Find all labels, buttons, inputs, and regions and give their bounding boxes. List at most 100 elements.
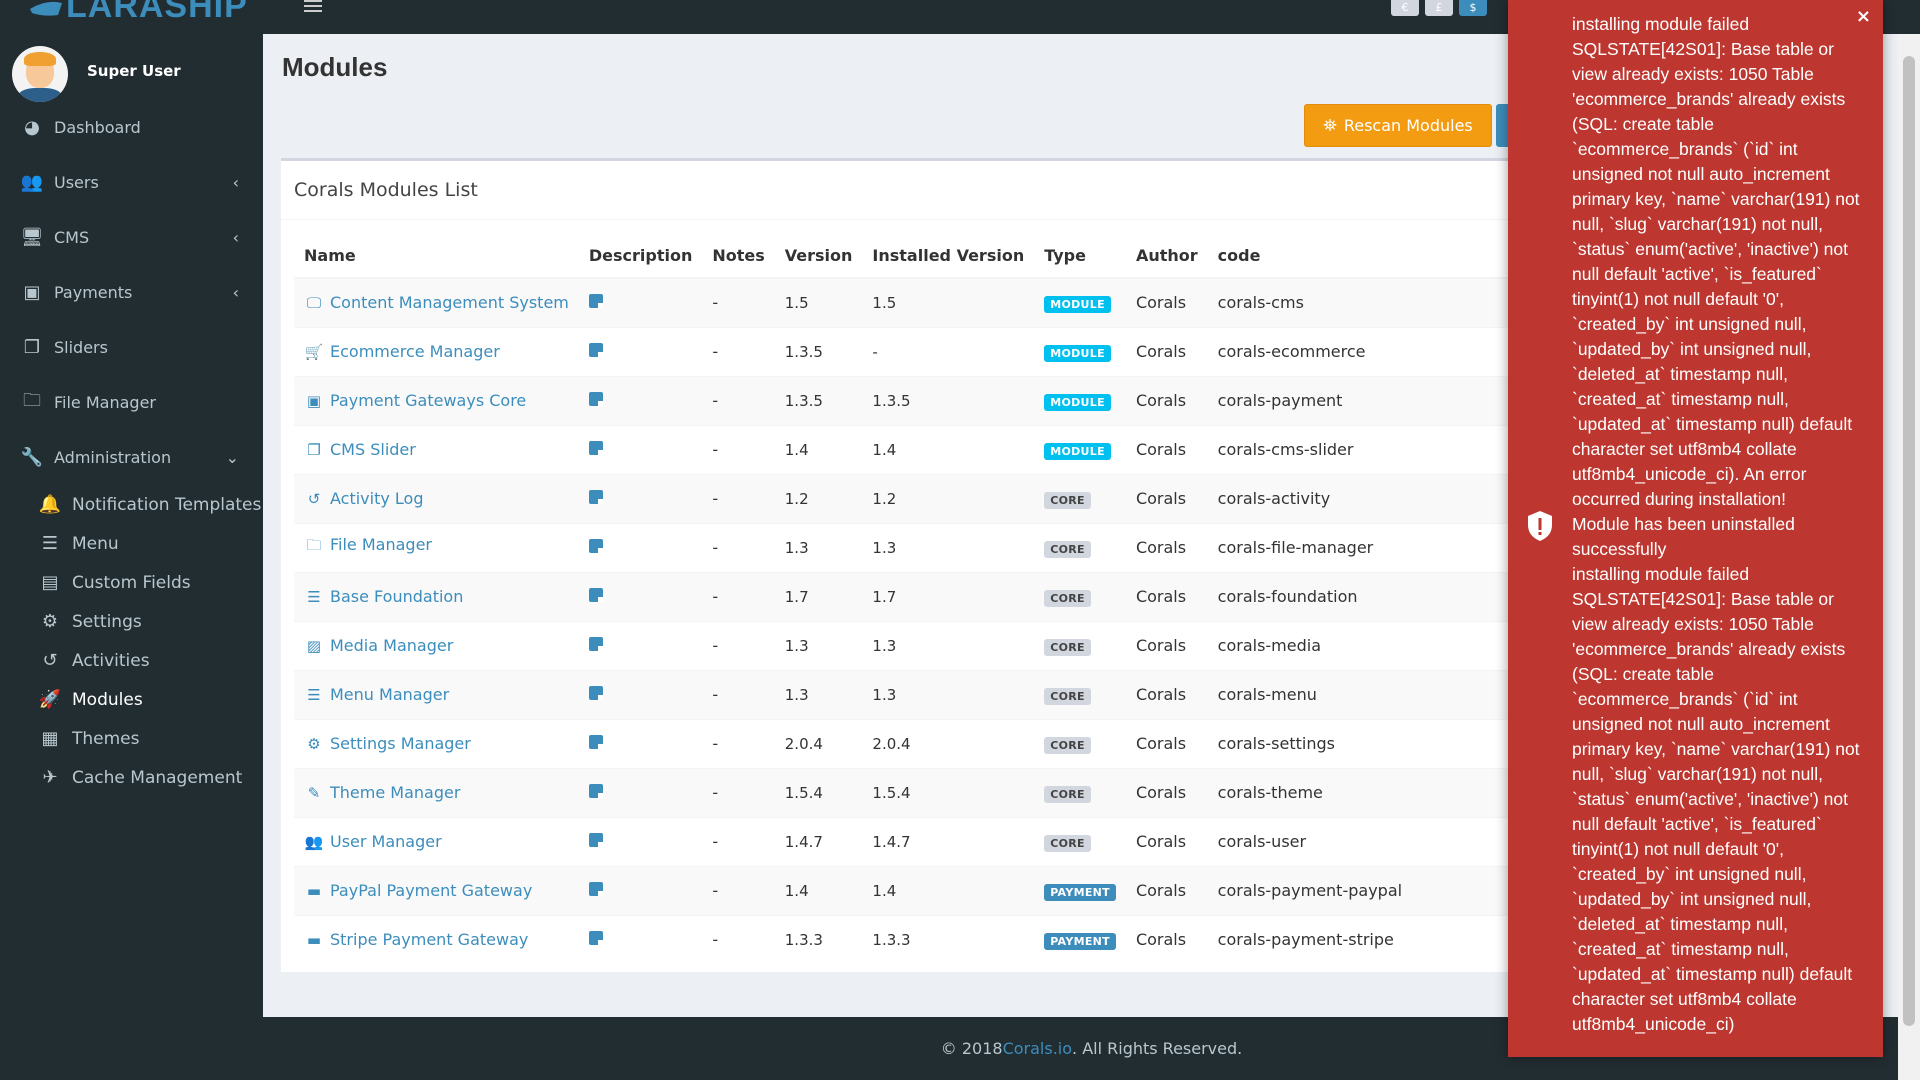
sidebar-item-activities[interactable]: ↺ Activities xyxy=(0,641,263,680)
module-name-link[interactable]: Payment Gateways Core xyxy=(330,391,526,410)
note-icon[interactable] xyxy=(588,588,603,602)
rescan-modules-button[interactable]: ⛯ Rescan Modules xyxy=(1304,104,1492,147)
installed-version-cell: 1.7 xyxy=(862,571,1035,621)
sidebar-item-notification-templates[interactable]: 🔔 Notification Templates xyxy=(0,485,263,524)
currency-pound-button[interactable]: £ xyxy=(1425,0,1453,16)
note-icon[interactable] xyxy=(588,392,603,406)
module-name-link[interactable]: Content Management System xyxy=(330,293,569,312)
module-name-link[interactable]: Stripe Payment Gateway xyxy=(330,930,528,949)
module-name-link[interactable]: User Manager xyxy=(330,832,442,851)
error-toast: × installing module failed SQLSTATE[42S0… xyxy=(1508,0,1883,1057)
currency-dollar-button[interactable]: $ xyxy=(1459,0,1487,16)
sidebar-item-cache-management[interactable]: ✈ Cache Management xyxy=(0,758,263,797)
type-badge: MODULE xyxy=(1044,344,1111,362)
type-badge: CORE xyxy=(1044,589,1091,607)
description-cell xyxy=(578,865,703,915)
currency-euro-button[interactable]: € xyxy=(1391,0,1419,16)
sidebar-item-label: CMS xyxy=(54,228,90,247)
sidebar-item-label: Sliders xyxy=(54,338,108,357)
module-name-link[interactable]: Settings Manager xyxy=(330,734,471,753)
description-cell xyxy=(578,473,703,523)
sidebar-item-sliders[interactable]: ❐ Sliders xyxy=(0,320,263,375)
brand-logo[interactable]: LARASHIP xyxy=(28,0,248,25)
module-name-cell: 👥 User Manager xyxy=(294,816,579,866)
rescan-modules-label: Rescan Modules xyxy=(1343,116,1473,135)
column-header[interactable]: Name xyxy=(294,234,579,279)
sidebar-item-file-manager[interactable]: 🗀 File Manager xyxy=(0,375,263,430)
table-header-row: Name Description Notes Version Installed… xyxy=(294,234,1584,279)
type-badge: MODULE xyxy=(1044,393,1111,411)
type-badge: CORE xyxy=(1044,736,1091,754)
column-header[interactable]: Type xyxy=(1034,234,1126,279)
note-icon[interactable] xyxy=(588,784,603,798)
type-badge: CORE xyxy=(1044,638,1091,656)
table-row: 🖵 Content Management System -1.5 1.5 MODULE C… xyxy=(294,277,1584,327)
module-name-cell: ⚙ Settings Manager xyxy=(294,718,579,768)
notes-cell: - xyxy=(702,816,775,866)
column-header[interactable]: Notes xyxy=(702,234,775,279)
module-name-link[interactable]: Activity Log xyxy=(330,489,424,508)
module-name-link[interactable]: File Manager xyxy=(330,535,432,554)
sidebar-item-label: File Manager xyxy=(54,393,156,412)
sidebar-item-users[interactable]: 👥 Users ‹ xyxy=(0,155,263,210)
sidebar-item-custom-fields[interactable]: ▤ Custom Fields xyxy=(0,563,263,602)
author-cell: Corals xyxy=(1125,816,1208,866)
type-badge: MODULE xyxy=(1044,295,1111,313)
wrench-icon: 🔧 xyxy=(20,447,44,468)
version-cell: 1.4 xyxy=(774,865,863,915)
note-icon[interactable] xyxy=(588,931,603,946)
note-icon[interactable] xyxy=(588,441,603,455)
chevron-left-icon: ‹ xyxy=(232,283,239,302)
note-icon[interactable] xyxy=(588,735,603,749)
module-name-link[interactable]: Theme Manager xyxy=(330,783,460,802)
sidebar-item-modules[interactable]: 🚀 Modules xyxy=(0,680,263,719)
module-name-link[interactable]: Media Manager xyxy=(330,636,453,655)
sidebar-item-settings[interactable]: ⚙ Settings xyxy=(0,602,263,641)
scrollbar-thumb[interactable] xyxy=(1903,56,1915,1026)
sidebar-item-payments[interactable]: ▣ Payments ‹ xyxy=(0,265,263,320)
note-icon[interactable] xyxy=(588,294,603,309)
installed-version-cell: 1.3 xyxy=(862,522,1035,572)
module-name-link[interactable]: Ecommerce Manager xyxy=(330,342,500,361)
note-icon[interactable] xyxy=(588,637,603,651)
sidebar-item-cms[interactable]: 🖥 CMS ‹ xyxy=(0,210,263,265)
author-cell: Corals xyxy=(1125,522,1208,572)
note-icon[interactable] xyxy=(588,343,603,357)
sidebar-item-label: Modules xyxy=(72,689,143,710)
sidebar-item-themes[interactable]: ▦ Themes xyxy=(0,719,263,758)
version-cell: 1.4 xyxy=(774,424,863,474)
installed-version-cell: 1.3.5 xyxy=(862,375,1035,425)
type-cell: CORE xyxy=(1034,718,1126,768)
note-icon[interactable] xyxy=(588,539,603,553)
sidebar-item-dashboard[interactable]: ◕ Dashboard xyxy=(0,100,263,155)
page-scrollbar[interactable] xyxy=(1898,34,1920,1080)
module-name-link[interactable]: CMS Slider xyxy=(330,440,416,459)
sidebar-item-administration[interactable]: 🔧 Administration ⌄ xyxy=(0,430,263,485)
note-icon[interactable] xyxy=(588,833,603,847)
footer-link[interactable]: Corals.io xyxy=(1003,1039,1072,1058)
description-cell xyxy=(578,571,703,621)
ship-icon xyxy=(30,1,62,16)
notes-cell: - xyxy=(702,914,775,964)
column-header[interactable]: Version xyxy=(774,234,863,279)
column-header[interactable]: Installed Version xyxy=(862,234,1035,279)
module-name-link[interactable]: Menu Manager xyxy=(330,685,449,704)
installed-version-cell: 1.4.7 xyxy=(862,816,1035,866)
table-row: ☰ Menu Manager -1.3 1.3 CORE Corals corals-men… xyxy=(294,669,1584,719)
module-name-link[interactable]: Base Foundation xyxy=(330,587,463,606)
note-icon[interactable] xyxy=(588,490,603,504)
module-name-link[interactable]: PayPal Payment Gateway xyxy=(330,881,532,900)
column-header[interactable]: Description xyxy=(578,234,703,279)
sidebar-item-menu[interactable]: ☰ Menu xyxy=(0,524,263,563)
column-header[interactable]: Author xyxy=(1125,234,1208,279)
note-icon[interactable] xyxy=(588,882,603,896)
users-icon: 👥 xyxy=(304,833,324,851)
sidebar-item-label: Activities xyxy=(72,650,150,671)
administration-submenu: 🔔 Notification Templates ☰ Menu ▤ Custom… xyxy=(0,485,263,797)
note-icon[interactable] xyxy=(588,686,603,700)
module-name-cell: ▬ Stripe Payment Gateway xyxy=(294,914,579,964)
rocket-icon: 🚀 xyxy=(38,689,62,710)
sidebar-toggle-button[interactable] xyxy=(304,0,322,14)
description-cell xyxy=(578,424,703,474)
currency-switcher: € £ $ xyxy=(1391,0,1487,16)
